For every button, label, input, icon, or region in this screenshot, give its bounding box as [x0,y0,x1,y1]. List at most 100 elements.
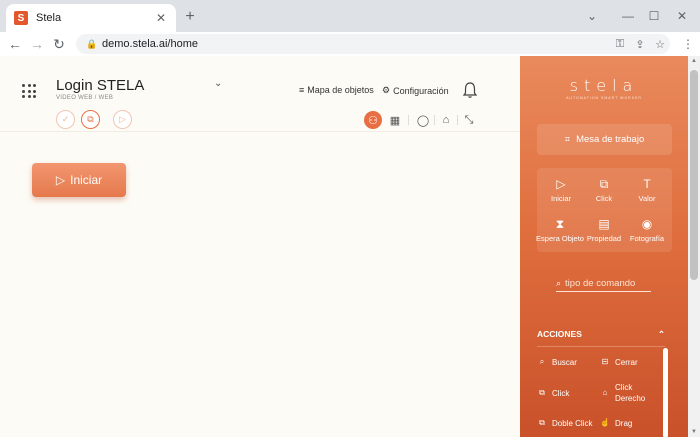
cmd-label: Valor [638,194,656,203]
action-label: Click Derecho [615,383,646,403]
play-icon: ▷ [55,173,66,187]
window-collapse-icon[interactable]: ⌄ [574,0,610,32]
iniciar-node-button[interactable]: ▷ Iniciar [32,163,126,197]
star-icon[interactable]: ☆ [650,38,670,51]
action-click[interactable]: ⧉ Click [537,388,569,399]
cmd-propiedad[interactable]: ▤ Propiedad [582,216,626,243]
tab-close-icon[interactable]: ✕ [154,11,168,25]
action-label: Buscar [552,358,577,367]
cmd-label: Click [595,194,613,203]
app-header: Login STELA VIDEO WEB / WEB ⌄ ≡ Mapa de … [0,56,520,132]
new-tab-button[interactable]: + [180,7,200,27]
cmd-label: Iniciar [550,194,571,203]
shape-tool-button[interactable]: ⌂ [437,111,455,129]
comment-tool-button[interactable]: ◯ [414,111,432,129]
fullscreen-button[interactable]: ⤡ [460,111,478,129]
mapa-objetos-link[interactable]: ≡ Mapa de objetos [299,85,374,95]
camera-record-icon: ⧉ [87,114,94,124]
wait-object-icon: ⧗ [555,217,565,231]
back-icon[interactable]: ← [4,33,26,55]
project-subtitle: VIDEO WEB / WEB [56,95,114,101]
toolbar-divider [408,115,409,125]
cmd-click[interactable]: ⧉ Click [582,176,626,203]
flow-tool-button[interactable]: ⚇ [364,111,382,129]
double-click-icon: ⧉ [539,418,545,427]
mapa-objetos-label: Mapa de objetos [307,85,374,95]
cmd-espera-objeto[interactable]: ⧗ Espera Objeto [535,216,585,243]
search-icon: ⌕ [556,278,562,288]
cmd-label: Propiedad [586,234,622,243]
lock-icon: 🔒 [86,39,98,49]
table-tool-button[interactable]: ▦ [386,111,404,129]
window-close-icon[interactable]: ✕ [664,0,700,32]
favicon-icon: S [14,11,28,25]
command-panel: stela AUTOMATION SMART WORKER ⌗ Mesa de … [520,56,688,437]
crop-icon: ⌗ [564,134,571,145]
mesa-label: Mesa de trabajo [576,134,645,145]
cmd-valor[interactable]: T Valor [625,176,669,203]
main-area: Login STELA VIDEO WEB / WEB ⌄ ≡ Mapa de … [0,56,520,437]
project-title: Login STELA [56,77,145,94]
action-drag[interactable]: ☝ Drag [600,418,632,429]
close-window-icon: ⊟ [601,357,609,366]
comment-icon: ◯ [416,114,430,127]
camera-icon: ◉ [641,217,653,231]
text-icon: T [643,177,651,191]
browser-tab[interactable]: S Stela ✕ [6,4,176,32]
browser-menu-icon[interactable]: ⋮ [680,34,696,54]
action-label: Doble Click [552,419,593,428]
action-click-derecho[interactable]: ⌂ Click Derecho [600,382,651,404]
mouse-icon: ⌂ [602,388,608,397]
browser-tabstrip: S Stela ✕ + ⌄ — ☐ ✕ [0,0,700,32]
mesa-de-trabajo-button[interactable]: ⌗ Mesa de trabajo [537,124,672,155]
page: Login STELA VIDEO WEB / WEB ⌄ ≡ Mapa de … [0,56,700,437]
reload-icon[interactable]: ↻ [48,33,70,55]
property-icon: ▤ [598,217,610,231]
apps-grid-icon[interactable] [22,84,36,98]
record-button[interactable]: ⧉ [81,110,100,129]
stela-logo: stela [569,76,639,95]
play-icon: ▷ [119,114,126,124]
toolbar-divider [434,115,435,125]
configuracion-link[interactable]: ⚙ Configuración [382,85,449,96]
bell-icon[interactable] [462,81,478,99]
acciones-label: ACCIONES [537,329,582,339]
action-buscar[interactable]: ⌕ Buscar [537,357,577,368]
command-search: ⌕ [556,276,651,292]
chevron-down-icon[interactable]: ⌄ [214,78,222,89]
action-label: Cerrar [615,358,638,367]
iniciar-label: Iniciar [70,173,103,187]
expand-icon: ⤡ [464,113,474,126]
command-search-input[interactable] [565,278,646,289]
panel-scrollbar[interactable] [663,348,668,437]
chevron-up-icon[interactable]: ⌃ [658,329,665,340]
forward-icon[interactable]: → [26,33,48,55]
drag-icon: ☝ [600,418,610,427]
command-grid: ▷ Iniciar ⧉ Click T Valor ⧗ Espera Objet… [535,168,672,252]
acciones-divider [537,346,665,347]
menu-lines-icon: ≡ [299,85,305,95]
check-button[interactable]: ✓ [56,110,75,129]
share-icon[interactable]: ⇪ [630,38,650,51]
check-icon: ✓ [61,114,70,124]
play-icon: ▷ [556,177,566,191]
url-text[interactable]: demo.stela.ai/home [102,38,610,50]
browser-toolbar: ← → ↻ 🔒 demo.stela.ai/home ⚿ ⇪ ☆ ⋮ [0,32,700,56]
scroll-thumb[interactable] [690,70,698,280]
acciones-header[interactable]: ACCIONES ⌃ [537,329,665,340]
key-icon[interactable]: ⚿ [610,38,630,51]
cmd-fotografia[interactable]: ◉ Fotografía [625,216,669,243]
scroll-down-icon[interactable]: ▼ [688,429,700,435]
play-button[interactable]: ▷ [113,110,132,129]
address-bar[interactable]: 🔒 demo.stela.ai/home ⚿ ⇪ ☆ [76,34,670,54]
configuracion-label: Configuración [393,85,449,96]
action-doble-click[interactable]: ⧉ Doble Click [537,418,592,429]
action-label: Click [552,389,570,398]
tab-title: Stela [36,12,62,24]
logo-tagline: AUTOMATION SMART WORKER [566,96,642,100]
page-scrollbar[interactable]: ▲ ▼ [688,56,700,437]
action-cerrar[interactable]: ⊟ Cerrar [600,357,638,368]
cmd-iniciar[interactable]: ▷ Iniciar [539,176,583,203]
scroll-up-icon[interactable]: ▲ [688,58,700,64]
bookmark-icon: ⌂ [442,114,450,126]
